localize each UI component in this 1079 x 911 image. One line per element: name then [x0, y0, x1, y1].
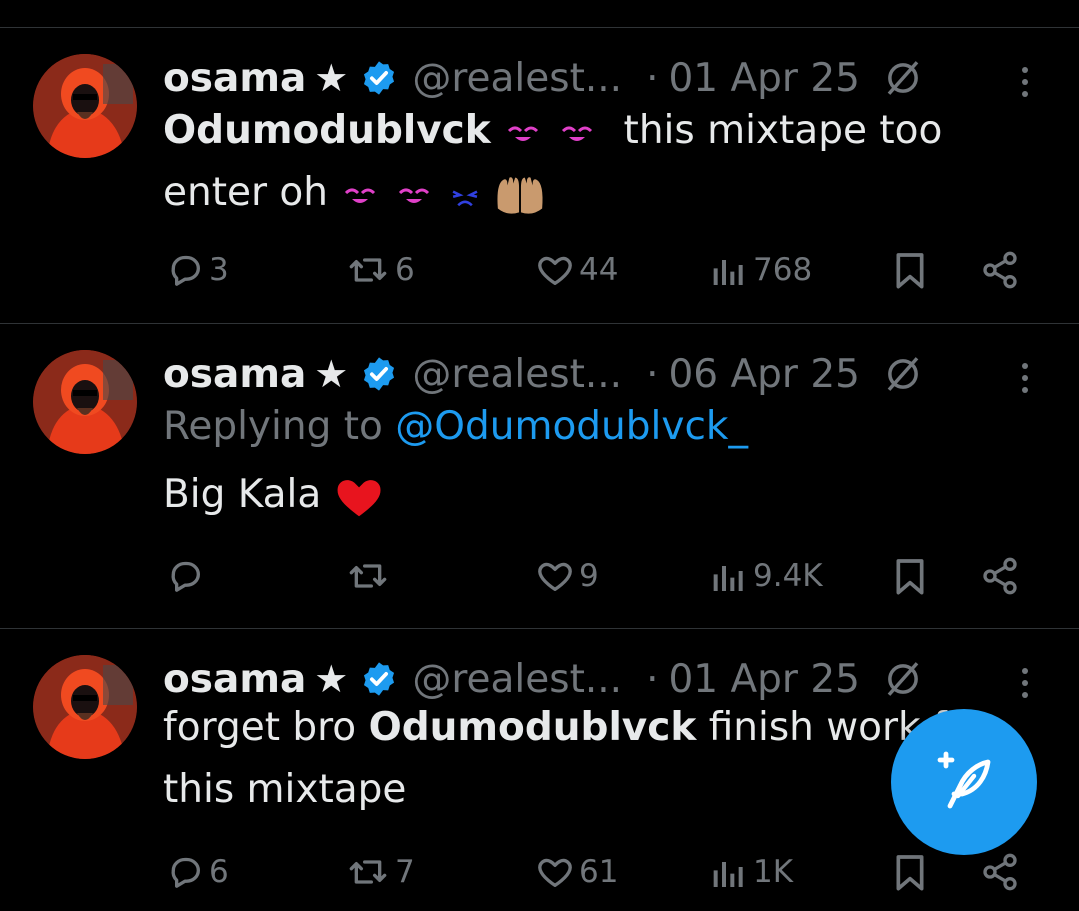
laughing-emoji [399, 188, 430, 203]
separator-dot: · [646, 656, 659, 702]
separator-dot: · [646, 55, 659, 101]
mention[interactable]: Odumodublvck [163, 108, 491, 153]
star-badge: ★ [314, 352, 349, 396]
tweet[interactable]: osama ★ @realest... · 01 Apr 25 Odumodub… [0, 28, 1079, 328]
reply-icon [171, 255, 200, 286]
share-button[interactable] [980, 551, 1024, 601]
like-button[interactable]: 44 [535, 245, 618, 295]
compose-button[interactable] [891, 709, 1037, 855]
like-icon [538, 256, 572, 285]
retweet-button[interactable] [345, 551, 395, 601]
bookmark-button[interactable] [890, 551, 934, 601]
view-count: 1K [753, 854, 794, 890]
laughing-emoji [508, 126, 539, 141]
tweet-text: forget bro [163, 705, 357, 750]
handle[interactable]: @realest... [412, 56, 622, 101]
avatar[interactable] [33, 350, 137, 454]
like-button[interactable]: 61 [535, 847, 618, 897]
views-icon [713, 862, 743, 887]
retweet-count: 6 [395, 252, 415, 288]
retweet-icon [349, 860, 387, 884]
views-icon [713, 566, 743, 591]
laughing-emoji [345, 188, 376, 203]
like-icon [538, 858, 572, 887]
display-name[interactable]: osama [163, 352, 306, 397]
like-count: 44 [579, 252, 619, 288]
palms-up-emoji [497, 176, 543, 214]
bookmark-icon [896, 855, 924, 891]
like-icon [538, 562, 572, 591]
handle[interactable]: @realest... [412, 657, 622, 702]
more-icon[interactable] [1010, 359, 1040, 399]
bookmark-icon [896, 253, 924, 289]
bookmark-button[interactable] [890, 847, 934, 897]
grok-icon[interactable] [882, 353, 924, 395]
reply-count: 6 [209, 854, 229, 890]
share-button[interactable] [980, 847, 1024, 897]
retweet-count: 7 [395, 854, 415, 890]
retweet-icon [349, 564, 387, 588]
views-icon [713, 260, 743, 285]
verified-icon [364, 357, 395, 391]
reply-button[interactable]: 6 [165, 847, 229, 897]
reply-count: 3 [209, 252, 229, 288]
crying-emoji [452, 189, 478, 206]
reply-icon [171, 561, 200, 592]
like-count: 9 [579, 558, 599, 594]
retweet-icon [349, 258, 387, 282]
grok-icon[interactable] [882, 57, 924, 99]
handle[interactable]: @realest... [412, 352, 622, 397]
views-button[interactable]: 9.4K [709, 551, 823, 601]
compose-icon [937, 751, 991, 809]
star-badge: ★ [314, 56, 349, 100]
bookmark-icon [896, 559, 924, 595]
like-button[interactable]: 9 [535, 551, 599, 601]
red-heart-emoji [337, 479, 381, 516]
reply-icon [171, 857, 200, 888]
replying-label: Replying to [163, 404, 383, 449]
tweet-text: this mixtape [163, 767, 407, 812]
reply-button[interactable]: 3 [165, 245, 229, 295]
share-button[interactable] [980, 245, 1024, 295]
replying-handle[interactable]: @Odumodublvck_ [395, 404, 748, 449]
share-icon [983, 557, 1017, 595]
timestamp[interactable]: 01 Apr 25 [668, 657, 860, 702]
timestamp[interactable]: 01 Apr 25 [668, 56, 860, 101]
avatar[interactable] [33, 655, 137, 759]
grok-icon[interactable] [882, 658, 924, 700]
separator-dot: · [646, 351, 659, 397]
views-button[interactable]: 768 [709, 245, 812, 295]
star-badge: ★ [314, 657, 349, 701]
display-name[interactable]: osama [163, 657, 306, 702]
avatar[interactable] [33, 54, 137, 158]
bookmark-button[interactable] [890, 245, 934, 295]
tweet-text: enter oh [163, 170, 329, 215]
mention[interactable]: Odumodublvck [369, 705, 697, 750]
retweet-button[interactable]: 7 [345, 847, 415, 897]
verified-icon [364, 662, 395, 696]
reply-button[interactable] [165, 551, 209, 601]
more-icon[interactable] [1010, 664, 1040, 704]
share-icon [983, 853, 1017, 891]
display-name[interactable]: osama [163, 56, 306, 101]
tweet[interactable]: osama ★ @realest... · 06 Apr 25 Replying… [0, 324, 1079, 624]
verified-icon [364, 61, 395, 95]
views-button[interactable]: 1K [709, 847, 793, 897]
laughing-emoji [562, 126, 593, 141]
tweet-text: this mixtape too [623, 108, 943, 153]
like-count: 61 [579, 854, 619, 890]
tweet-text: Big Kala [163, 472, 322, 517]
more-icon[interactable] [1010, 63, 1040, 103]
share-icon [983, 251, 1017, 289]
timestamp[interactable]: 06 Apr 25 [668, 352, 860, 397]
retweet-button[interactable]: 6 [345, 245, 415, 295]
view-count: 9.4K [753, 558, 823, 594]
view-count: 768 [753, 252, 813, 288]
